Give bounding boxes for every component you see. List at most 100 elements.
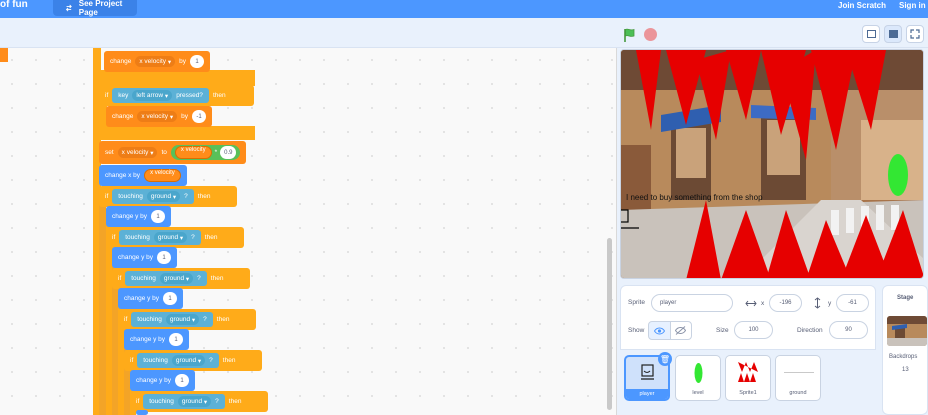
variable-dropdown[interactable]: x velocity ▾: [117, 147, 158, 158]
block-label: touching: [125, 234, 150, 241]
green-flag-icon[interactable]: [622, 27, 638, 43]
change-y-block-partial[interactable]: [136, 410, 148, 415]
fullscreen-icon: [910, 29, 920, 39]
variable-dropdown[interactable]: x velocity ▾: [137, 111, 178, 122]
change-y-block[interactable]: change y by 1: [130, 370, 196, 391]
show-sprite-button[interactable]: [649, 322, 671, 339]
direction-label: Direction: [797, 327, 823, 334]
set-variable-block[interactable]: set x velocity ▾ to x velocity * 0.9: [99, 141, 247, 164]
if-touching-block[interactable]: if touching ground ▾? then: [106, 227, 244, 248]
stage-canvas[interactable]: I need to buy something from the shop: [620, 49, 924, 279]
normal-stage-layout-button[interactable]: [884, 25, 902, 43]
x-label: x: [761, 300, 765, 307]
number-input[interactable]: 1: [157, 251, 172, 264]
block-label: change y by: [112, 213, 148, 220]
sprite-thumb-sprite1[interactable]: Sprite1: [725, 355, 771, 401]
if-touching-block[interactable]: if touching ground ▾? then: [112, 268, 250, 289]
touching-block[interactable]: touching ground ▾?: [125, 271, 207, 286]
block-label: change y by: [118, 254, 154, 261]
touching-dropdown[interactable]: ground ▾: [146, 191, 181, 202]
touching-dropdown[interactable]: ground ▾: [165, 314, 200, 325]
sprite-thumb-ground[interactable]: ground: [775, 355, 821, 401]
if-touching-block[interactable]: if touching ground ▾? then: [99, 186, 237, 207]
sprite-name: Sprite1: [739, 390, 757, 396]
project-title: of fun: [0, 0, 28, 8]
variable-name: x velocity: [121, 149, 149, 156]
backdrop-thumbnail: [887, 316, 927, 346]
variable-dropdown[interactable]: x velocity ▾: [135, 56, 176, 67]
key-pressed-block[interactable]: key left arrow ▾ pressed?: [112, 88, 209, 103]
block-label: ?: [191, 234, 195, 241]
fullscreen-button[interactable]: [906, 25, 924, 43]
code-scrollbar[interactable]: [607, 238, 612, 410]
block-label: if: [105, 193, 109, 200]
number-input[interactable]: 1: [163, 292, 178, 305]
level-costume-icon: [694, 363, 703, 383]
touching-dropdown[interactable]: ground ▾: [159, 273, 194, 284]
block-label: then: [212, 92, 226, 99]
y-position-input[interactable]: -61: [836, 294, 869, 312]
swap-arrows-icon: [65, 4, 72, 12]
touching-dropdown[interactable]: ground ▾: [171, 355, 206, 366]
stop-icon[interactable]: [644, 28, 657, 41]
block-label: pressed?: [176, 92, 203, 99]
number-input[interactable]: 1: [151, 210, 166, 223]
sprite-thumb-level[interactable]: level: [675, 355, 721, 401]
change-y-block[interactable]: change y by 1: [118, 288, 184, 309]
number-input[interactable]: 1: [175, 374, 190, 387]
variable-name: x velocity: [141, 113, 169, 120]
code-workspace[interactable]: change x velocity ▾ by 1 if key left arr…: [0, 48, 617, 415]
number-input[interactable]: 1: [190, 55, 205, 68]
block-label: if: [105, 92, 109, 99]
block-label: then: [216, 316, 230, 323]
key-dropdown[interactable]: left arrow ▾: [132, 90, 173, 101]
change-y-block[interactable]: change y by 1: [124, 329, 190, 350]
if-touching-block[interactable]: if touching ground ▾? then: [130, 391, 268, 412]
touching-block[interactable]: touching ground ▾?: [119, 230, 201, 245]
block-label: then: [210, 275, 224, 282]
if-touching-block[interactable]: if touching ground ▾? then: [124, 350, 262, 371]
target-name: ground: [181, 398, 203, 405]
change-variable-block[interactable]: change x velocity ▾ by -1: [106, 106, 213, 127]
number-input[interactable]: -1: [192, 110, 207, 123]
variable-reporter[interactable]: x velocity: [174, 146, 212, 159]
join-scratch-link[interactable]: Join Scratch: [838, 1, 886, 10]
touching-block[interactable]: touching ground ▾?: [137, 353, 219, 368]
number-input[interactable]: 0.9: [220, 146, 237, 159]
sign-in-link[interactable]: Sign in: [899, 1, 926, 10]
number-input[interactable]: 1: [169, 333, 184, 346]
touching-block[interactable]: touching ground ▾?: [143, 394, 225, 409]
if-touching-block[interactable]: if touching ground ▾? then: [118, 309, 256, 330]
touching-block[interactable]: touching ground ▾?: [112, 189, 194, 204]
speech-text: I need to buy something from the shop: [626, 193, 763, 202]
touching-dropdown[interactable]: ground ▾: [153, 232, 188, 243]
change-y-block[interactable]: change y by 1: [112, 247, 178, 268]
block-label: ?: [197, 275, 201, 282]
hide-sprite-button[interactable]: [671, 322, 692, 339]
if-then-block[interactable]: if key left arrow ▾ pressed? then: [99, 85, 254, 106]
multiply-operator-block[interactable]: x velocity * 0.9: [170, 145, 241, 160]
operator-symbol: *: [214, 149, 218, 156]
block-label: key: [118, 92, 129, 99]
small-stage-layout-button[interactable]: [862, 25, 880, 43]
see-project-page-button[interactable]: See Project Page: [53, 0, 137, 17]
stage-header-bar: [0, 18, 928, 48]
change-x-block[interactable]: change x by x velocity: [99, 165, 187, 186]
x-position-input[interactable]: -196: [769, 294, 802, 312]
block-label: if: [130, 357, 134, 364]
size-input[interactable]: 100: [734, 321, 773, 339]
change-variable-block[interactable]: change x velocity ▾ by 1: [104, 51, 211, 72]
touching-block[interactable]: touching ground ▾?: [131, 312, 213, 327]
stage-target-panel[interactable]: Stage Backdrops 13: [882, 285, 928, 415]
delete-sprite-button[interactable]: 🗑: [658, 352, 672, 366]
block-label: change y by: [130, 336, 166, 343]
variable-reporter[interactable]: x velocity: [144, 169, 181, 182]
key-name: left arrow: [136, 92, 164, 99]
touching-dropdown[interactable]: ground ▾: [177, 396, 212, 407]
block-label: change y by: [124, 295, 160, 302]
direction-input[interactable]: 90: [829, 321, 868, 339]
sprite-name-input[interactable]: player: [651, 294, 733, 312]
offscreen-block-edge: [0, 48, 8, 62]
y-label: y: [828, 300, 832, 307]
change-y-block[interactable]: change y by 1: [106, 206, 172, 227]
